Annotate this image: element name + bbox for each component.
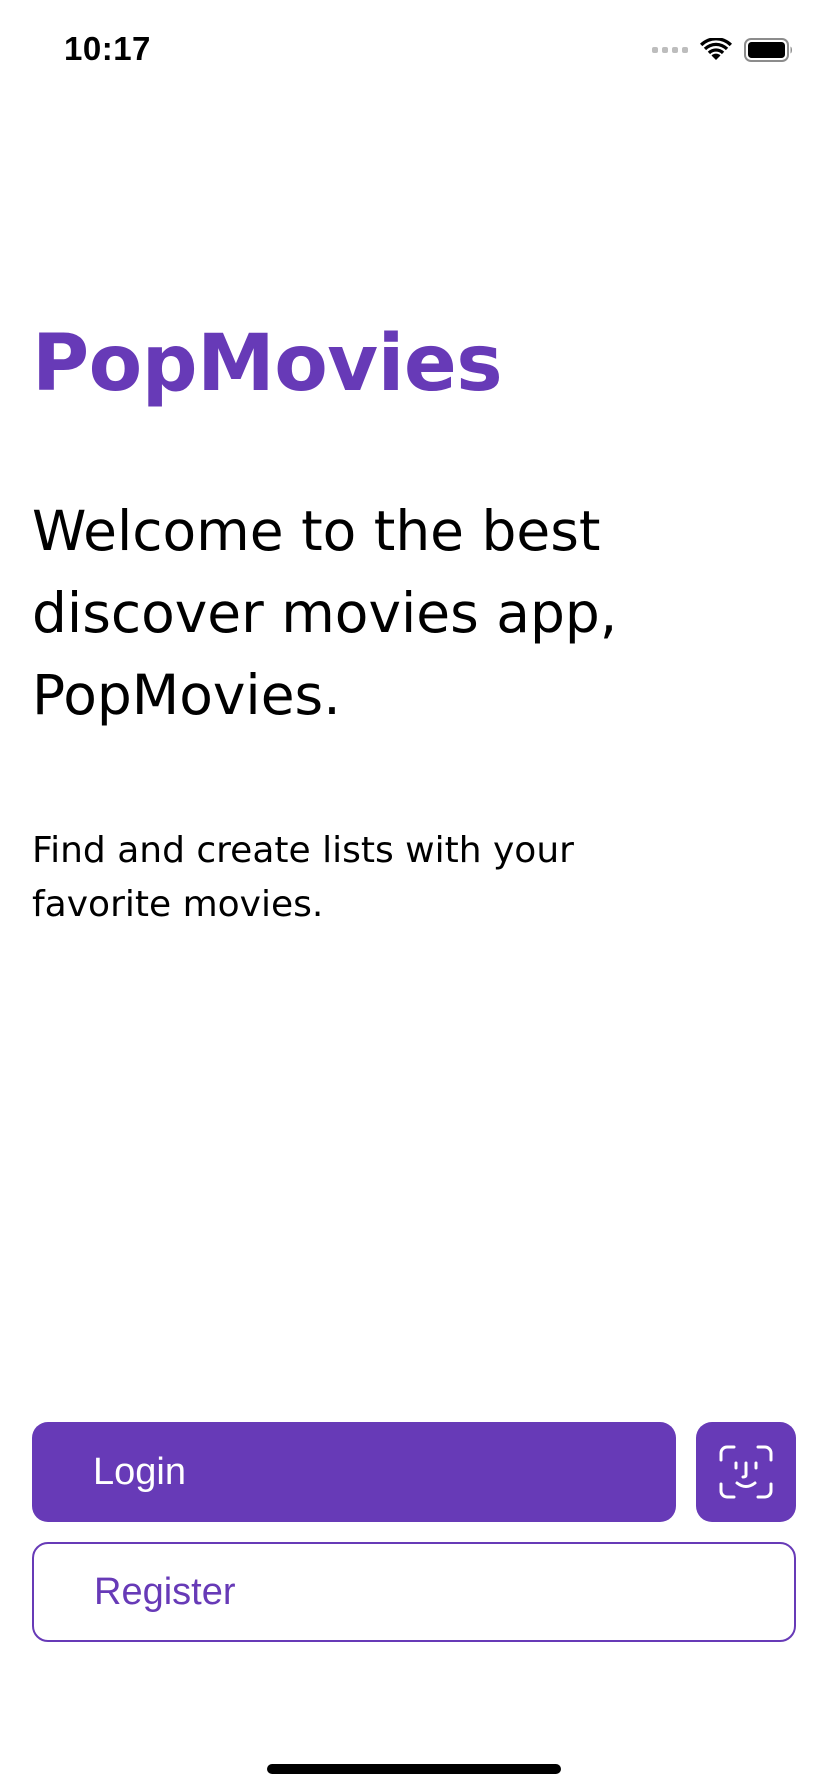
tagline-text: Find and create lists with your favorite… xyxy=(32,830,574,925)
welcome-text: Welcome to the best discover movies app,… xyxy=(32,499,618,727)
wifi-icon xyxy=(700,38,732,62)
status-bar: 10:17 xyxy=(0,0,828,96)
register-button-label: Register xyxy=(94,1570,236,1613)
status-time: 10:17 xyxy=(64,30,151,67)
register-button[interactable]: Register xyxy=(32,1542,796,1642)
battery-icon xyxy=(744,38,794,62)
face-id-icon xyxy=(719,1445,773,1499)
login-button-label: Login xyxy=(93,1450,186,1493)
home-indicator[interactable] xyxy=(267,1764,561,1774)
signal-icon xyxy=(652,47,688,53)
status-icons xyxy=(652,36,794,64)
face-id-button[interactable] xyxy=(696,1422,796,1522)
app-title: PopMovies xyxy=(32,319,503,409)
login-button[interactable]: Login xyxy=(32,1422,676,1522)
